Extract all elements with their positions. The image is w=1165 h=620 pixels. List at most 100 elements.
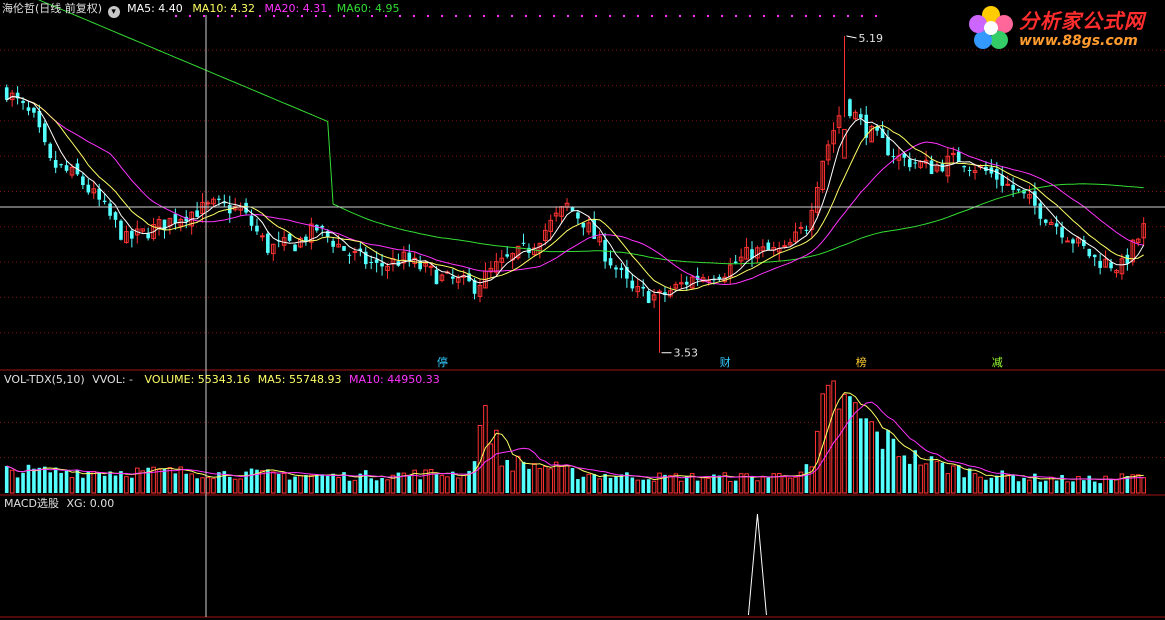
volume-bar-up: [760, 476, 766, 494]
volume-bar-down: [15, 477, 20, 493]
volume-bar-down: [396, 472, 401, 493]
volume-bar-down: [592, 474, 597, 493]
volume-bar-down: [64, 470, 69, 493]
volume-bar-up: [178, 466, 184, 494]
top-dot: [791, 15, 793, 17]
volume-bar-down: [48, 472, 53, 493]
top-dot: [861, 15, 863, 17]
volume-bar-up: [238, 478, 243, 494]
volume-bar-down: [81, 477, 85, 493]
volume-bar-up: [134, 467, 140, 494]
top-dot: [847, 15, 849, 17]
top-dot: [469, 15, 471, 17]
top-dot: [539, 15, 541, 17]
volume-bar-up: [1114, 478, 1119, 494]
top-dot: [595, 15, 597, 17]
macd-legend: MACD选股 XG: 0.00: [4, 497, 114, 511]
candle-down: [1071, 239, 1075, 244]
volume-bar-up: [298, 474, 303, 494]
vol-ma10-label: MA10: 44950.33: [348, 373, 440, 386]
volume-bar-up: [668, 475, 673, 494]
volume-bar-up: [385, 479, 390, 494]
volume-bar-down: [695, 480, 700, 493]
volume-bar-down: [614, 476, 618, 493]
candle-down: [848, 99, 852, 117]
volume-bar-down: [1016, 481, 1021, 493]
volume-bar-up: [167, 467, 173, 494]
macd-indicator-name: MACD选股: [4, 497, 59, 510]
volume-bar-down: [527, 468, 531, 493]
volume-bar-down: [913, 450, 917, 493]
volume-bar-up: [91, 470, 97, 494]
dropdown-icon[interactable]: ▾: [107, 6, 120, 18]
volume-bar-up: [934, 460, 940, 494]
vol-indicator-name: VOL-TDX(5,10): [4, 373, 85, 386]
volume-bar-up: [205, 477, 211, 494]
volume-bar-up: [510, 470, 515, 494]
volume-bar-up: [787, 477, 793, 494]
candle-down: [320, 225, 325, 228]
event-marker[interactable]: 财: [719, 356, 732, 369]
volume-bar-down: [1082, 480, 1086, 493]
volume-bar-down: [363, 470, 368, 493]
candle-down: [1043, 219, 1048, 223]
logo-title: 分析家公式网: [1019, 9, 1145, 33]
volume-bar-down: [864, 418, 869, 493]
volume-bar-up: [918, 464, 923, 494]
top-dot: [665, 15, 667, 17]
volume-bar-up: [782, 476, 787, 494]
volume-bar-down: [989, 477, 994, 493]
candle-down: [521, 242, 526, 244]
top-dot: [693, 15, 695, 17]
event-marker[interactable]: 停: [436, 356, 449, 369]
top-dot: [805, 15, 807, 17]
candle-down: [434, 269, 439, 285]
event-marker[interactable]: 榜: [855, 356, 868, 369]
event-marker[interactable]: 减: [991, 356, 1004, 369]
volume-bar-up: [1065, 481, 1070, 494]
volume-bar-down: [750, 475, 754, 493]
volume-bar-down: [907, 463, 912, 493]
volume-bar-down: [1000, 470, 1005, 493]
candle-down: [940, 163, 945, 172]
candle-up: [1065, 240, 1070, 243]
volume-bar-down: [1087, 475, 1092, 493]
volume-bar-up: [69, 477, 75, 494]
candle-down: [1054, 223, 1059, 227]
volume-bar-down: [570, 468, 575, 493]
volume-bar-up: [1141, 477, 1146, 494]
top-dot: [553, 15, 555, 17]
volume-bar-up: [281, 472, 287, 494]
volume-bar-down: [848, 396, 852, 493]
candle-down: [119, 220, 123, 240]
top-dot: [833, 15, 835, 17]
candle-down: [451, 276, 455, 279]
volume-bar-down: [619, 474, 624, 493]
candle-down: [26, 107, 31, 111]
volume-bar-down: [325, 475, 330, 493]
top-dot: [735, 15, 737, 17]
volume-bar-up: [896, 456, 902, 494]
volume-bar-up: [700, 477, 706, 494]
volume-bar-down: [184, 473, 189, 493]
candle-up: [428, 265, 434, 268]
candle-down: [255, 225, 259, 232]
volume-bar-down: [102, 475, 107, 493]
volume-bar-down: [331, 473, 335, 493]
volume-bar-up: [793, 476, 798, 494]
volume-bar-down: [984, 479, 988, 493]
volume-bar-down: [717, 475, 722, 493]
volume-bar-down: [287, 479, 292, 493]
volume-bar-down: [59, 472, 63, 493]
candle-down: [217, 198, 221, 200]
candle-down: [962, 165, 966, 168]
candle-down: [1109, 262, 1113, 269]
volume-bar-down: [97, 472, 101, 493]
volume-bar-up: [270, 471, 276, 494]
volume-bar-down: [902, 455, 907, 493]
candle-down: [287, 233, 292, 241]
volume-bar-up: [439, 474, 445, 494]
candle-down: [108, 203, 112, 216]
vvol-label: VVOL: -: [92, 373, 134, 386]
volume-bar-down: [646, 479, 651, 493]
